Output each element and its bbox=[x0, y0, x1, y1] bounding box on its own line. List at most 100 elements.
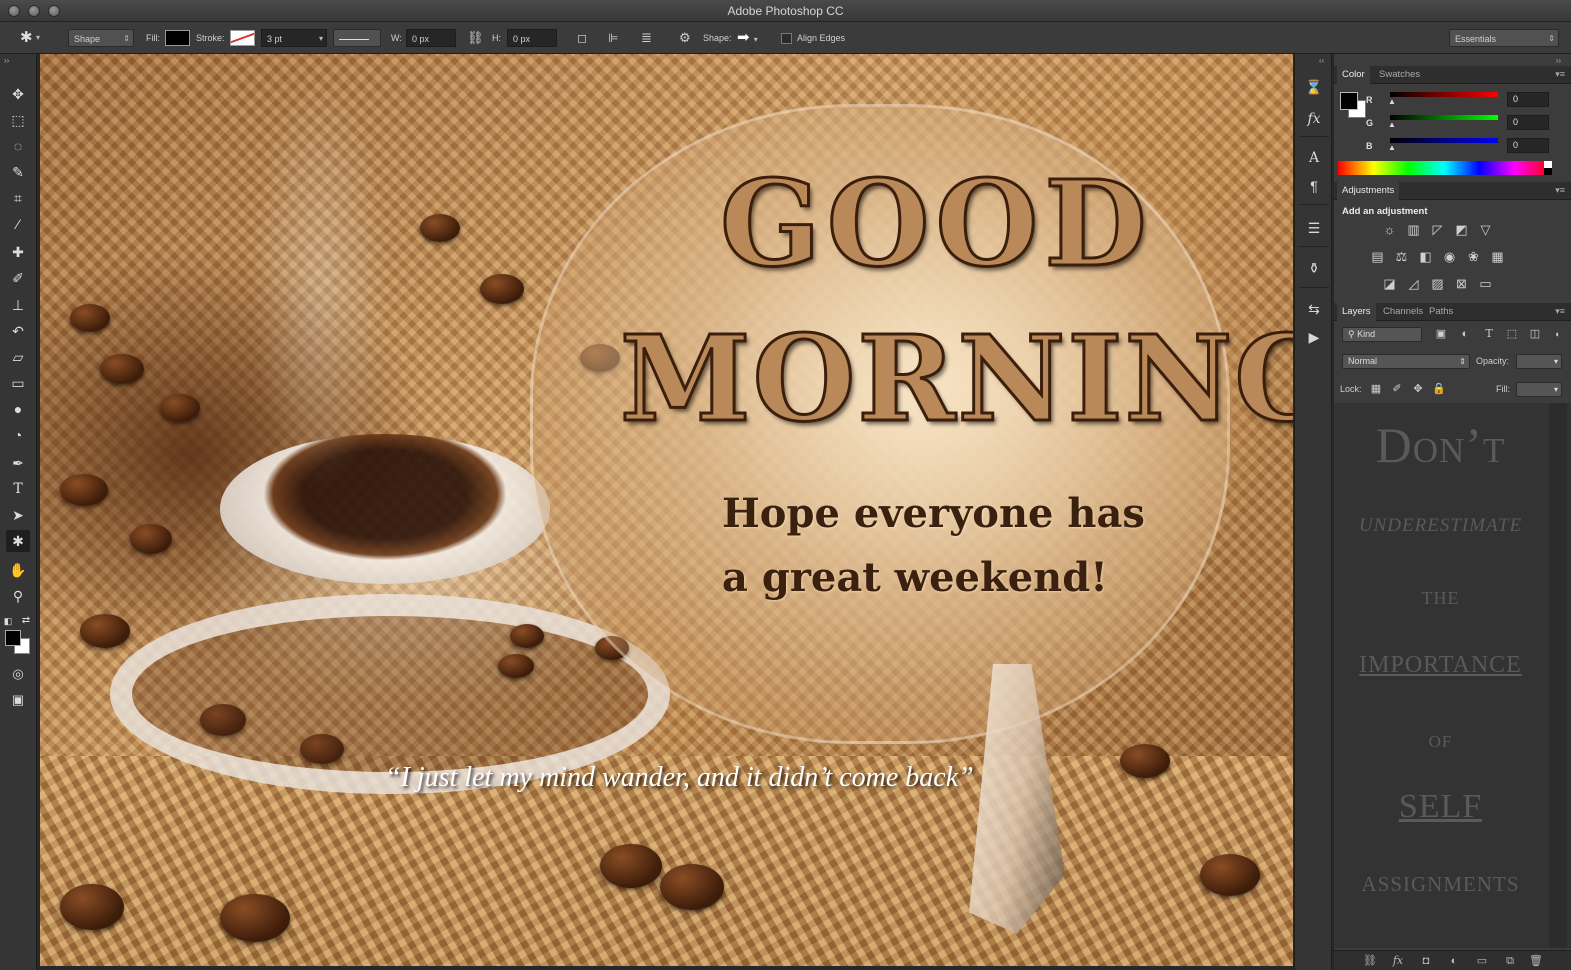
threshold-icon[interactable]: ▨ bbox=[1429, 276, 1446, 291]
gradient-tool-icon[interactable]: ▭ bbox=[6, 372, 30, 394]
g-value-field[interactable]: 0 bbox=[1507, 115, 1549, 130]
color-lookup-icon[interactable]: ▦ bbox=[1489, 249, 1506, 264]
custom-shape-tool-icon[interactable]: ✱ bbox=[6, 530, 30, 552]
g-slider-thumb[interactable]: ▲ bbox=[1388, 120, 1396, 129]
tab-adjustments[interactable]: Adjustments bbox=[1337, 182, 1400, 200]
b-slider-thumb[interactable]: ▲ bbox=[1388, 143, 1396, 152]
vibrance-icon[interactable]: ▽ bbox=[1477, 222, 1494, 237]
workspace-dropdown[interactable]: Essentials ⇕ bbox=[1449, 29, 1559, 47]
filter-kind-dropdown[interactable]: ⚲ Kind bbox=[1342, 327, 1422, 342]
color-fg-swatch[interactable] bbox=[1340, 92, 1358, 110]
lock-position-icon[interactable]: ✥ bbox=[1411, 382, 1425, 396]
new-adjustment-layer-icon[interactable]: ◐ bbox=[1446, 954, 1462, 968]
custom-shape-preset-icon[interactable]: ✱ bbox=[20, 29, 33, 47]
panel-menu-icon[interactable]: ▾≡ bbox=[1555, 306, 1565, 317]
character-panel-icon[interactable]: A bbox=[1302, 147, 1326, 169]
gradient-map-icon[interactable]: ▭ bbox=[1477, 276, 1494, 291]
path-operations-icon[interactable]: ◻ bbox=[577, 29, 587, 47]
filter-shape-icon[interactable]: ⬚ bbox=[1505, 327, 1519, 341]
panel-menu-icon[interactable]: ▾≡ bbox=[1555, 69, 1565, 80]
dodge-tool-icon[interactable]: ◔ bbox=[6, 424, 30, 446]
crop-tool-icon[interactable]: ⌗ bbox=[6, 187, 30, 209]
clone-stamp-tool-icon[interactable]: ⊥ bbox=[6, 294, 30, 316]
color-spectrum[interactable] bbox=[1338, 161, 1550, 175]
layer-style-icon[interactable]: fx bbox=[1390, 954, 1406, 968]
collapse-arrows-icon[interactable]: ‹‹ bbox=[1319, 56, 1324, 65]
lasso-tool-icon[interactable]: ◌ bbox=[6, 135, 30, 157]
exposure-icon[interactable]: ◩ bbox=[1453, 222, 1470, 237]
tab-channels[interactable]: Channels bbox=[1378, 303, 1428, 321]
collapse-arrows-icon[interactable]: ›› bbox=[4, 56, 9, 65]
align-edges-checkbox[interactable]: Align Edges bbox=[781, 29, 845, 47]
panel-menu-icon[interactable]: ▾≡ bbox=[1555, 185, 1565, 196]
link-layers-icon[interactable]: ⛓ bbox=[1362, 954, 1378, 968]
stroke-width-field[interactable]: 3 pt ▾ bbox=[261, 29, 327, 47]
brightness-contrast-icon[interactable]: ☼ bbox=[1381, 222, 1398, 237]
eraser-tool-icon[interactable]: ▱ bbox=[6, 346, 30, 368]
g-slider[interactable] bbox=[1390, 115, 1498, 120]
properties-panel-icon[interactable]: ☰ bbox=[1302, 217, 1326, 239]
fill-swatch[interactable] bbox=[165, 30, 190, 46]
photo-filter-icon[interactable]: ◉ bbox=[1441, 249, 1458, 264]
lock-pixels-icon[interactable]: ✐ bbox=[1390, 382, 1404, 396]
collapse-arrows-icon[interactable]: ›› bbox=[1556, 56, 1561, 65]
tool-mode-dropdown[interactable]: Shape ⇕ bbox=[68, 29, 134, 47]
opacity-field[interactable]: ▾ bbox=[1516, 354, 1562, 369]
add-mask-icon[interactable]: ◘ bbox=[1418, 954, 1434, 968]
selective-color-icon[interactable]: ⊠ bbox=[1453, 276, 1470, 291]
black-white-icon[interactable]: ◧ bbox=[1417, 249, 1434, 264]
levels-icon[interactable]: ▥ bbox=[1405, 222, 1422, 237]
brush-presets-icon[interactable]: ⚱ bbox=[1302, 257, 1326, 279]
color-balance-icon[interactable]: ⚖ bbox=[1393, 249, 1410, 264]
filter-type-icon[interactable]: T bbox=[1482, 327, 1496, 341]
chevron-down-icon[interactable]: ▾ bbox=[36, 29, 40, 47]
history-brush-tool-icon[interactable]: ↶ bbox=[6, 320, 30, 342]
color-spectrum-bw[interactable] bbox=[1544, 161, 1552, 175]
document-canvas[interactable]: GOOD MORNING! Hope everyone has a great … bbox=[40, 54, 1293, 966]
posterize-icon[interactable]: ◿ bbox=[1405, 276, 1422, 291]
swap-colors-icon[interactable]: ⇄ bbox=[20, 610, 32, 632]
path-alignment-icon[interactable]: ⊫ bbox=[608, 29, 618, 47]
link-icon[interactable]: ⛓ bbox=[467, 29, 484, 47]
curves-icon[interactable]: ◸ bbox=[1429, 222, 1446, 237]
tab-paths[interactable]: Paths bbox=[1424, 303, 1458, 321]
r-value-field[interactable]: 0 bbox=[1507, 92, 1549, 107]
shape-picker-arrow-icon[interactable]: ➡ ▾ bbox=[737, 29, 771, 47]
width-field[interactable]: 0 px bbox=[406, 29, 456, 47]
r-slider-thumb[interactable]: ▲ bbox=[1388, 97, 1396, 106]
filter-toggle-icon[interactable]: ◖ bbox=[1550, 327, 1564, 341]
path-arrangement-icon[interactable]: ≣ bbox=[641, 29, 652, 47]
path-selection-tool-icon[interactable]: ➤ bbox=[6, 504, 30, 526]
lock-all-icon[interactable]: 🔒 bbox=[1432, 382, 1446, 396]
stroke-type-dropdown[interactable] bbox=[333, 29, 381, 47]
quick-mask-icon[interactable]: ◎ bbox=[6, 662, 30, 684]
b-slider[interactable] bbox=[1390, 138, 1498, 143]
stroke-swatch[interactable] bbox=[230, 30, 255, 46]
layers-scrollbar[interactable] bbox=[1549, 403, 1567, 948]
height-field[interactable]: 0 px bbox=[507, 29, 557, 47]
hand-tool-icon[interactable]: ✋ bbox=[6, 559, 30, 581]
marquee-tool-icon[interactable]: ⬚ bbox=[6, 109, 30, 131]
tab-layers[interactable]: Layers bbox=[1337, 303, 1376, 321]
paragraph-panel-icon[interactable]: ¶ bbox=[1302, 175, 1326, 197]
filter-adjustment-icon[interactable]: ◐ bbox=[1458, 327, 1472, 341]
quick-selection-tool-icon[interactable]: ✎ bbox=[6, 161, 30, 183]
zoom-tool-icon[interactable]: ⚲ bbox=[6, 585, 30, 607]
hue-saturation-icon[interactable]: ▤ bbox=[1369, 249, 1386, 264]
history-panel-icon[interactable]: ⌛ bbox=[1302, 76, 1326, 98]
tab-color[interactable]: Color bbox=[1337, 66, 1370, 84]
blend-mode-dropdown[interactable]: Normal ⇕ bbox=[1342, 354, 1470, 369]
default-colors-icon[interactable]: ◧ bbox=[2, 610, 14, 632]
tab-swatches[interactable]: Swatches bbox=[1374, 66, 1425, 84]
channel-mixer-icon[interactable]: ❀ bbox=[1465, 249, 1482, 264]
new-group-icon[interactable]: ▭ bbox=[1474, 954, 1490, 968]
eyedropper-tool-icon[interactable]: ⁄ bbox=[6, 213, 30, 235]
filter-smart-object-icon[interactable]: ◫ bbox=[1528, 327, 1542, 341]
styles-panel-icon[interactable]: fx bbox=[1302, 108, 1326, 130]
screen-mode-icon[interactable]: ▣ bbox=[6, 688, 30, 710]
lock-transparency-icon[interactable]: ▦ bbox=[1369, 382, 1383, 396]
fill-field[interactable]: ▾ bbox=[1516, 382, 1562, 397]
blur-tool-icon[interactable]: ● bbox=[6, 398, 30, 420]
brush-tool-icon[interactable]: ✐ bbox=[6, 267, 30, 289]
clone-source-icon[interactable]: ⇆ bbox=[1302, 298, 1326, 320]
